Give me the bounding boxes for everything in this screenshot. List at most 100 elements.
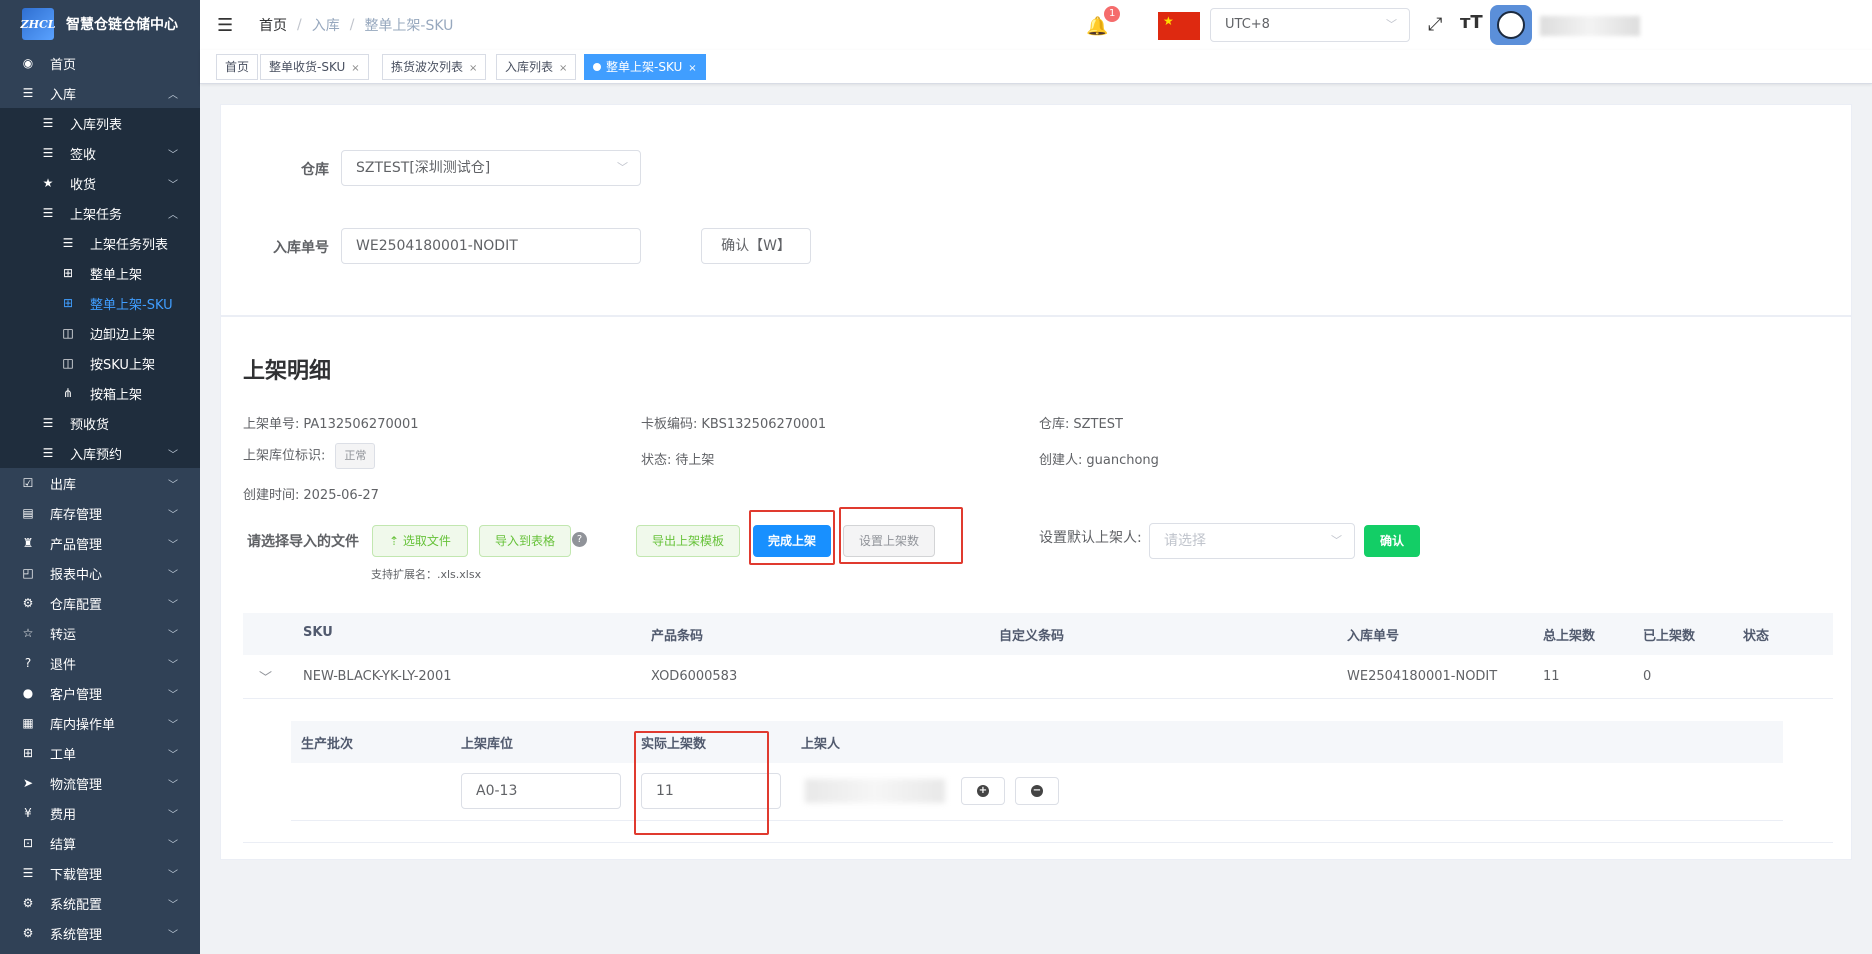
chevron-up-icon: ︿ [168,209,178,221]
column-header: 入库单号 [1347,629,1400,644]
sidebar-item[interactable]: ◉ 首页 [0,48,200,78]
close-icon[interactable]: × [688,63,696,74]
confirm-w-button[interactable]: 确认【W】 [701,228,811,264]
gear-icon: ⚙ [22,926,34,940]
sidebar-item-label: 边卸边上架 [90,327,156,343]
sidebar-item-label: 按SKU上架 [90,357,155,373]
box-icon: ▤ [22,506,34,520]
sidebar-item[interactable]: ⊞ 整单上架-SKU [0,288,200,318]
sidebar-item-label: 产品管理 [50,537,103,553]
sidebar-item[interactable]: ⊞ 工单 ﹀ [0,738,200,768]
warehouse-select[interactable]: SZTEST[深圳测试仓] ﹀ [341,150,641,186]
sidebar-item[interactable]: ⚙ 系统配置 ﹀ [0,888,200,918]
tree-icon: ⋔ [62,386,74,400]
brand: ZHCL 智慧仓链仓储中心 [0,0,200,48]
sidebar-item[interactable]: ? 退件 ﹀ [0,648,200,678]
sidebar-item[interactable]: ◫ 边卸边上架 [0,318,200,348]
close-icon[interactable]: × [469,63,477,74]
putaway-detail-card: 上架明细 上架单号: PA132506270001 卡板编码: KBS1325062… [220,316,1852,860]
timezone-select[interactable]: UTC+8 ﹀ [1210,8,1410,42]
sidebar-item[interactable]: ◰ 报表中心 ﹀ [0,558,200,588]
star-outline-icon: ☆ [22,626,34,640]
chevron-down-icon: ﹀ [168,899,178,911]
remove-row-button[interactable]: − [1015,777,1059,805]
tab-putaway-sku[interactable]: 整单上架-SKU × [584,54,706,80]
hamburger-icon[interactable]: ☰ [217,15,237,36]
sidebar-item[interactable]: ⋔ 按箱上架 [0,378,200,408]
sidebar-item[interactable]: ⚙ 仓库配置 ﹀ [0,588,200,618]
sidebar-item[interactable]: ☰ 上架任务 ︿ [0,198,200,228]
sidebar-item[interactable]: ☆ 转运 ﹀ [0,618,200,648]
avatar[interactable] [1490,5,1532,45]
sidebar-item[interactable]: ◫ 按SKU上架 [0,348,200,378]
sidebar-item[interactable]: ☰ 入库列表 [0,108,200,138]
sidebar-item[interactable]: ⊞ 整单上架 [0,258,200,288]
sidebar-item-label: 转运 [50,627,77,643]
sidebar-item[interactable]: ● 客户管理 ﹀ [0,678,200,708]
sidebar-item-label: 工单 [50,747,77,763]
default-user-select[interactable]: 请选择 ﹀ [1149,523,1355,559]
sidebar-item[interactable]: ☰ 入库预约 ﹀ [0,438,200,468]
sidebar-item[interactable]: ☰ 上架任务列表 [0,228,200,258]
close-icon[interactable]: × [351,63,359,74]
help-icon[interactable]: ? [572,532,587,547]
username-redacted[interactable] [1540,16,1640,36]
sidebar-item[interactable]: ▦ 库内操作单 ﹀ [0,708,200,738]
fullscreen-icon[interactable]: ⤢ [1428,14,1442,35]
breadcrumb-inbound[interactable]: 入库 [312,15,340,35]
sidebar-item-label: 系统配置 [50,897,103,913]
column-header: 总上架数 [1543,629,1596,644]
confirm-default-user-button[interactable]: 确认 [1364,525,1420,557]
sidebar-item[interactable]: ☰ 入库 ︿ [0,78,200,108]
complete-putaway-button[interactable]: 完成上架 [753,525,831,557]
chevron-up-icon: ︿ [168,89,178,101]
tab-inbound-list[interactable]: 入库列表 × [496,54,577,80]
default-user-label: 设置默认上架人: [1039,530,1142,546]
tab-pick-wave[interactable]: 拣货波次列表 × [382,54,487,80]
sidebar-item[interactable]: ¥ 费用 ﹀ [0,798,200,828]
sidebar-item[interactable]: ☰ 预收货 [0,408,200,438]
sidebar-item[interactable]: ★ 收货 ﹀ [0,168,200,198]
sidebar-item-label: 预收货 [70,417,110,433]
sidebar-item[interactable]: ➤ 物流管理 ﹀ [0,768,200,798]
tab-receive-sku[interactable]: 整单收货-SKU × [260,54,369,80]
sidebar-item[interactable]: ⊡ 结算 ﹀ [0,828,200,858]
barcode-cell: XOD6000583 [651,669,738,684]
expand-chevron-icon[interactable]: ﹀ [259,667,272,686]
chevron-down-icon: ﹀ [168,689,178,701]
sidebar-item[interactable]: ▤ 库存管理 ﹀ [0,498,200,528]
chevron-down-icon: ﹀ [168,449,178,461]
breadcrumb-home[interactable]: 首页 [259,15,287,35]
list-icon: ☰ [42,416,54,430]
sidebar-item[interactable]: ♜ 产品管理 ﹀ [0,528,200,558]
china-flag-icon[interactable]: ★ [1158,12,1200,40]
chevron-down-icon: ﹀ [1386,18,1397,31]
select-file-button[interactable]: ⇡ 选取文件 [372,525,468,557]
sidebar-item-label: 退件 [50,657,77,673]
export-template-button[interactable]: 导出上架模板 [636,525,740,557]
sidebar-item[interactable]: ⚙ 系统管理 ﹀ [0,918,200,948]
actual-qty-input[interactable]: 11 [641,773,781,809]
putaway-user-redacted[interactable] [805,779,945,803]
add-row-button[interactable]: + [961,777,1005,805]
sidebar-item[interactable]: ☑ 出库 ﹀ [0,468,200,498]
sidebar-item-label: 按箱上架 [90,387,143,403]
pallet-code: 卡板编码: KBS132506270001 [641,417,827,432]
grid-icon: ⊞ [62,296,74,310]
chevron-down-icon: ﹀ [168,179,178,191]
sidebar-item-label: 仓库配置 [50,597,103,613]
sidebar-item-label: 入库 [50,87,77,103]
set-putaway-qty-button[interactable]: 设置上架数 [843,525,935,557]
tab-home[interactable]: 首页 [216,54,259,80]
location-input[interactable]: A0-13 [461,773,621,809]
column-header: 上架人 [801,737,841,752]
sidebar-item-label: 出库 [50,477,77,493]
close-icon[interactable]: × [559,63,567,74]
import-table-button[interactable]: 导入到表格 [479,525,571,557]
sidebar-item[interactable]: ☰ 签收 ﹀ [0,138,200,168]
inbound-no-input[interactable]: WE2504180001-NODIT [341,228,641,264]
font-size-icon[interactable]: тT [1460,12,1483,33]
sidebar-item[interactable]: ☰ 下载管理 ﹀ [0,858,200,888]
list-icon: ☰ [42,146,54,160]
sidebar-item-label: 报表中心 [50,567,103,583]
